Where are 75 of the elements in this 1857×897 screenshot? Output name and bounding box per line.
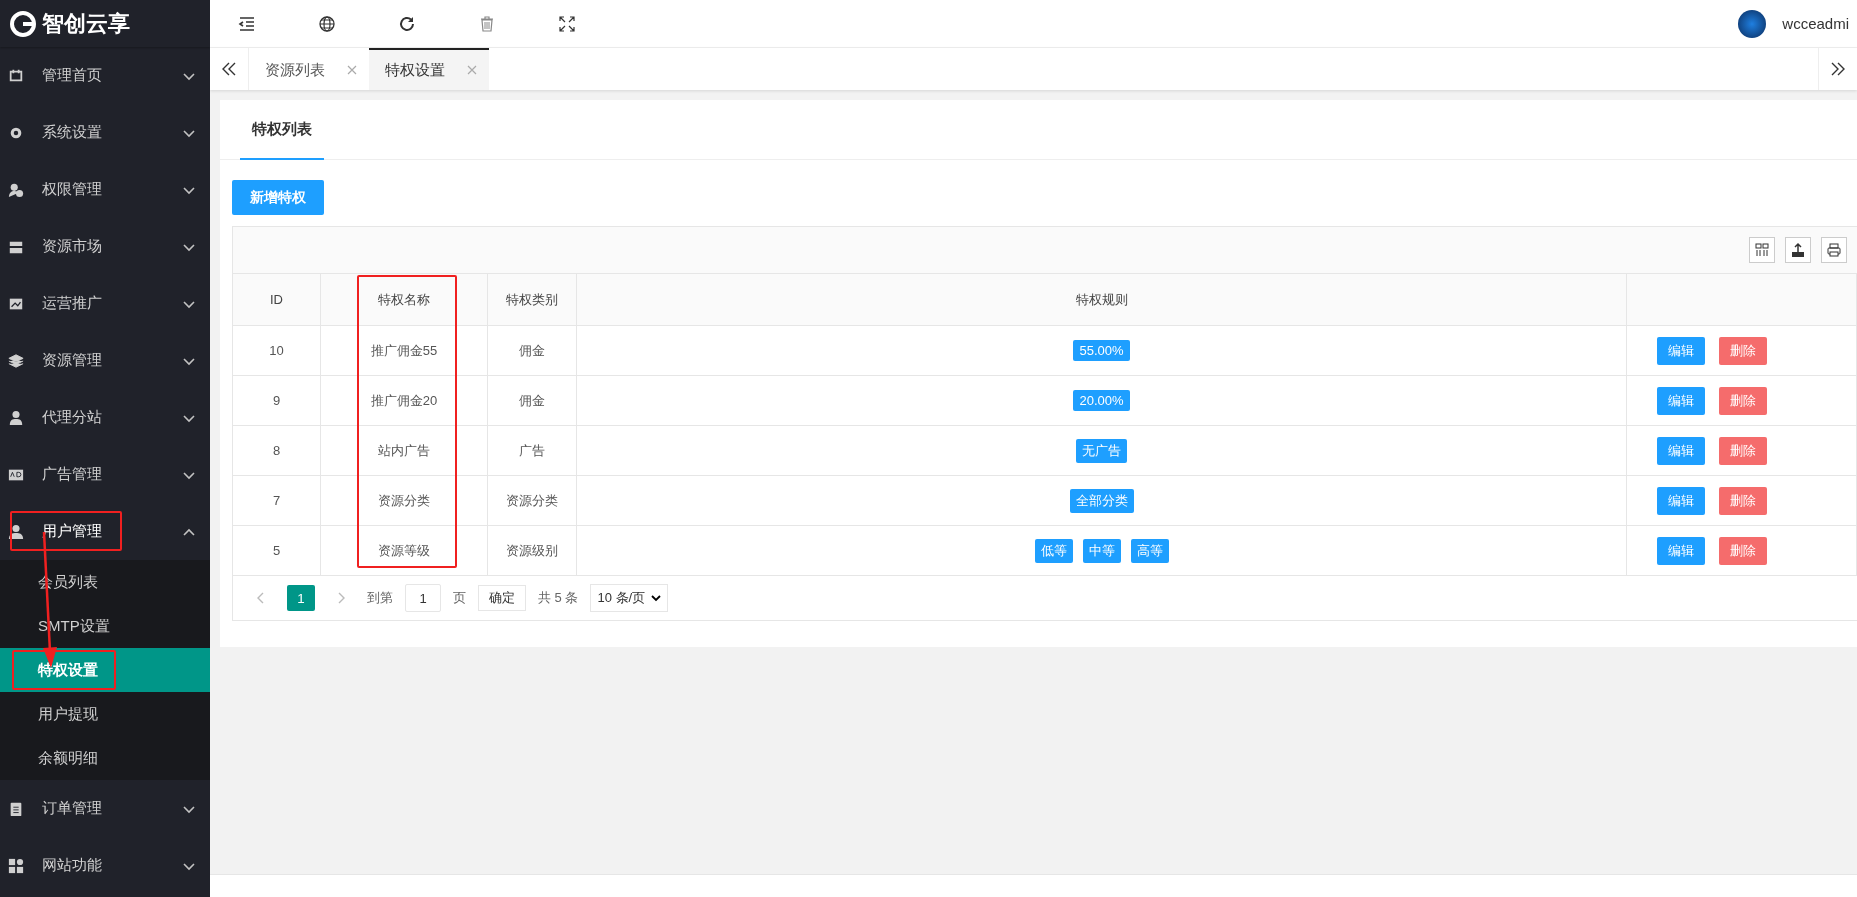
table-cell: 资源分类 [488,476,577,525]
close-icon[interactable] [467,65,477,75]
rule-tag: 低等 [1034,538,1073,563]
column-header: 特权规则 [577,274,1627,325]
table-cell: 8 [233,426,321,475]
table-cell: 佣金 [488,376,577,425]
table-cell: 推广佣金55 [321,326,488,375]
table-cell: 资源级别 [488,526,577,575]
table-cell: 佣金 [488,326,577,375]
sidebar-item[interactable]: 运营推广 [0,275,210,332]
rule-tag: 全部分类 [1069,488,1134,513]
user-icon [8,523,24,540]
sidebar-item[interactable]: 订单管理 [0,780,210,837]
sidebar-item[interactable]: 权限管理 [0,161,210,218]
sidebar-item[interactable]: 广告管理 [0,446,210,503]
layers-icon [8,352,24,369]
table-cell: 广告 [488,426,577,475]
confirm-button[interactable]: 确定 [478,585,526,611]
table-cell: 推广佣金20 [321,376,488,425]
clipboard-icon [8,800,24,817]
calendar-icon [8,67,24,84]
double-chevron-right-icon [1830,61,1846,77]
rule-tag: 高等 [1130,538,1169,563]
print-button[interactable] [1821,237,1847,263]
sidebar-subitem[interactable]: 特权设置 [0,648,210,692]
column-header: ID [233,274,321,325]
close-icon[interactable] [347,65,357,75]
column-header: 特权名称 [321,274,488,325]
sidebar-subitem[interactable]: 余额明细 [0,736,210,780]
menu-icon[interactable] [238,14,256,33]
fullscreen-icon[interactable] [558,14,576,33]
rule-tag: 55.00% [1073,340,1130,361]
page-tab[interactable]: 资源列表 [249,48,369,90]
page-size-select[interactable]: 10 条/页 [590,584,669,612]
rule-tag: 中等 [1082,538,1121,563]
sidebar-item[interactable]: 管理首页 [0,47,210,104]
export-button[interactable] [1785,237,1811,263]
card-tab[interactable]: 特权列表 [240,100,324,160]
export-icon [1790,242,1806,258]
rule-tag: 20.00% [1073,390,1130,411]
table-cell: 资源分类 [321,476,488,525]
columns-icon [1754,242,1770,258]
sidebar-subitem[interactable]: 用户提现 [0,692,210,736]
logo-icon [10,10,36,37]
sidebar-item[interactable]: 代理分站 [0,389,210,446]
sidebar-item[interactable]: 资源管理 [0,332,210,389]
sidebar-item[interactable]: 资源市场 [0,218,210,275]
sidebar-item[interactable]: 网站功能 [0,837,210,894]
person-icon [8,409,24,426]
table-cell: 10 [233,326,321,375]
table-cell: 5 [233,526,321,575]
refresh-icon[interactable] [398,14,416,33]
table-cell: 资源等级 [321,526,488,575]
rule-tag: 无广告 [1076,438,1127,463]
avatar[interactable] [1738,9,1767,38]
double-chevron-left-icon [221,61,237,77]
page-input[interactable]: 1 [405,584,441,612]
table-cell: 9 [233,376,321,425]
user-name[interactable]: wcceadmi [1782,15,1849,32]
page-button[interactable]: 1 [287,585,315,611]
print-icon [1826,242,1842,258]
column-header: 特权类别 [488,274,577,325]
goto-label: 到第 [367,589,393,607]
caret-icon [651,593,662,603]
grid-icon [8,857,24,874]
page-tab[interactable]: 特权设置 [369,48,489,90]
logo-text: 智创云享 [42,9,130,38]
globe-icon[interactable] [318,14,336,33]
page-label: 页 [453,589,466,607]
total-count: 共 5 条 [538,589,579,607]
table-cell: 7 [233,476,321,525]
columns-button[interactable] [1749,237,1775,263]
sidebar-item[interactable]: 系统设置 [0,104,210,161]
table-cell: 站内广告 [321,426,488,475]
trash-icon[interactable] [478,14,496,33]
